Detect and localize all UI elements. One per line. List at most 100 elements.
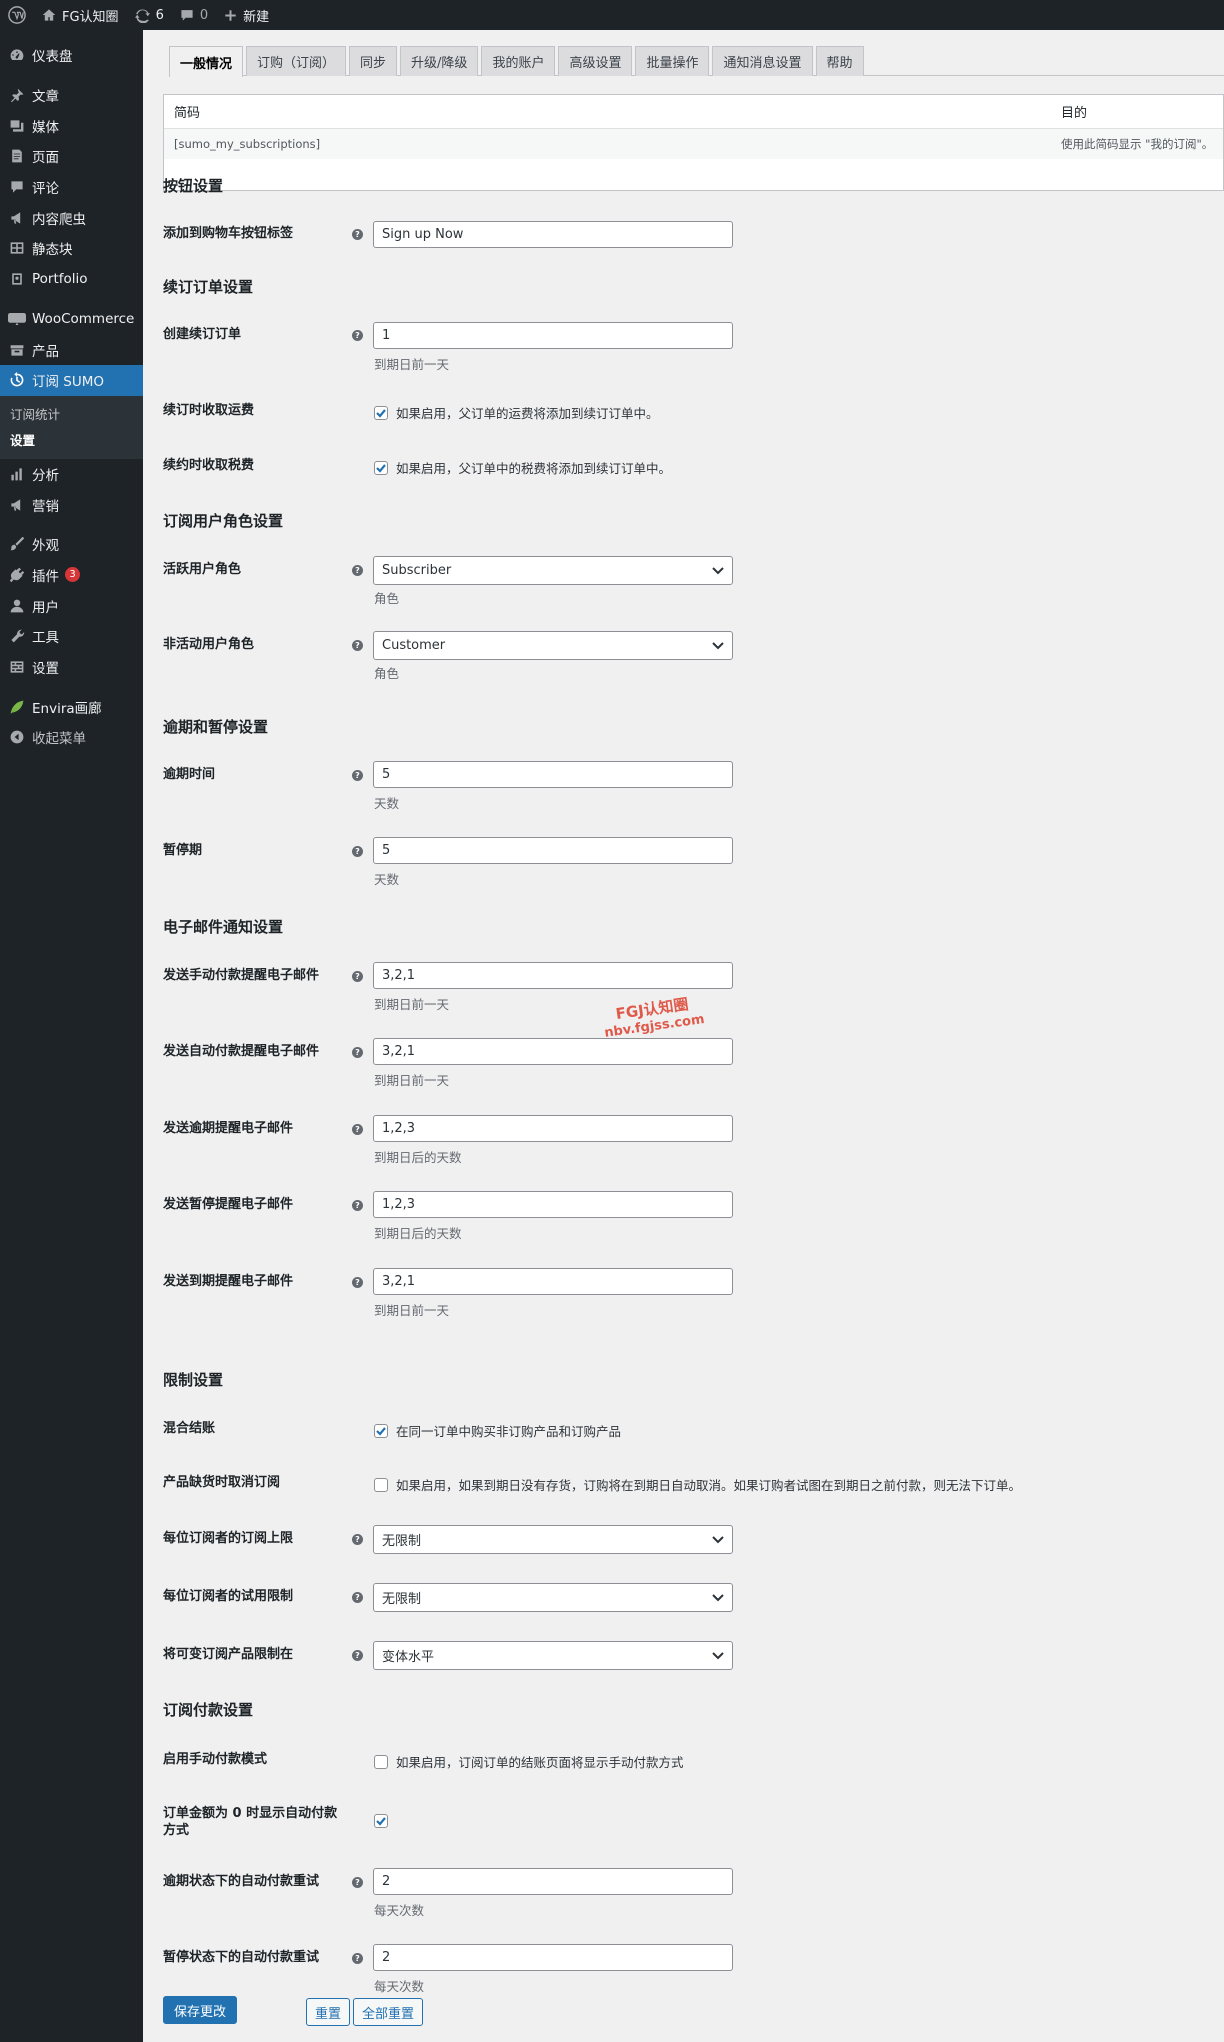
manual-reminder-desc: 到期日前一天 <box>374 997 450 1012</box>
menu-static-blocks[interactable]: 静态块 <box>0 233 143 264</box>
menu-subscriptions-sumo[interactable]: 订阅 SUMO <box>0 364 143 396</box>
renewal-tax-checkbox[interactable]: 如果启用，父订单中的税费将添加到续订订单中。 <box>374 458 671 477</box>
tab-notifications[interactable]: 通知消息设置 <box>712 46 813 76</box>
active-role-desc: 角色 <box>374 591 400 606</box>
suspend-period-input[interactable]: 5 <box>373 837 733 864</box>
submenu-subscription-stats[interactable]: 订阅统计 <box>0 401 143 427</box>
help-icon[interactable]: ? <box>352 846 363 857</box>
overdue-reminder-input[interactable]: 1,2,3 <box>373 1115 733 1142</box>
label-cart-button: 添加到购物车按钮标签 <box>163 226 294 241</box>
menu-envira-gallery[interactable]: Envira画廊 <box>0 691 143 722</box>
help-icon[interactable]: ? <box>352 971 363 982</box>
variable-limit-select[interactable]: 变体水平 <box>373 1641 733 1670</box>
menu-products[interactable]: 产品 <box>0 334 143 365</box>
tab-upgrade-downgrade[interactable]: 升级/降级 <box>400 46 479 76</box>
help-icon[interactable]: ? <box>352 1277 363 1288</box>
main-content: 一般情况 订购（订阅） 同步 升级/降级 我的账户 高级设置 批量操作 通知消息… <box>143 30 1224 2042</box>
help-icon[interactable]: ? <box>352 1592 363 1603</box>
tab-help[interactable]: 帮助 <box>815 46 864 76</box>
menu-posts[interactable]: 文章 <box>0 80 143 111</box>
manual-reminder-input[interactable]: 3,2,1 <box>373 962 733 989</box>
overdue-retry-input[interactable]: 2 <box>373 1868 733 1895</box>
help-icon[interactable]: ? <box>352 229 363 240</box>
help-icon[interactable]: ? <box>352 1953 363 1964</box>
label-zero-auto: 订单金额为 0 时显示自动付款方式 <box>163 1806 338 1838</box>
help-icon[interactable]: ? <box>352 1650 363 1661</box>
menu-dashboard[interactable]: 仪表盘 <box>0 40 143 71</box>
suspend-retry-input[interactable]: 2 <box>373 1944 733 1971</box>
menu-portfolio[interactable]: Portfolio <box>0 264 143 295</box>
help-icon[interactable]: ? <box>352 1534 363 1545</box>
menu-content-crawler[interactable]: 内容爬虫 <box>0 202 143 233</box>
save-changes-button[interactable]: 保存更改 <box>163 1996 238 2024</box>
checkbox-unchecked[interactable] <box>374 1477 388 1492</box>
portfolio-icon <box>8 270 26 288</box>
help-icon[interactable]: ? <box>352 770 363 781</box>
comments-link[interactable]: 0 <box>172 0 216 30</box>
menu-plugins[interactable]: 插件 3 <box>0 560 143 591</box>
trial-limit-select[interactable]: 无限制 <box>373 1583 733 1612</box>
checkbox-checked[interactable] <box>374 405 388 420</box>
help-icon[interactable]: ? <box>352 330 363 341</box>
menu-woocommerce[interactable]: WooCommerce <box>0 304 143 335</box>
help-icon[interactable]: ? <box>352 1047 363 1058</box>
cart-button-label-input[interactable]: Sign up Now <box>373 221 733 248</box>
overdue-time-input[interactable]: 5 <box>373 761 733 788</box>
inactive-role-select[interactable]: Customer <box>373 631 733 660</box>
active-role-select[interactable]: Subscriber <box>373 556 733 585</box>
menu-pages[interactable]: 页面 <box>0 141 143 172</box>
menu-appearance[interactable]: 外观 <box>0 529 143 560</box>
tab-general[interactable]: 一般情况 <box>169 46 244 77</box>
menu-analytics[interactable]: 分析 <box>0 459 143 490</box>
section-button-settings: 按钮设置 <box>163 177 224 195</box>
checkbox-checked[interactable] <box>374 460 388 475</box>
out-of-stock-cancel-checkbox[interactable]: 如果启用，如果到期日没有存货，订购将在到期日自动取消。如果订购者试图在到期日之前… <box>374 1475 1021 1494</box>
mixed-checkout-checkbox[interactable]: 在同一订单中购买非订购产品和订购产品 <box>374 1421 621 1440</box>
create-renewal-input[interactable]: 1 <box>373 322 733 349</box>
menu-users[interactable]: 用户 <box>0 590 143 621</box>
help-icon[interactable]: ? <box>352 565 363 576</box>
menu-marketing[interactable]: 营销 <box>0 489 143 520</box>
reset-button[interactable]: 重置 <box>306 1998 351 2026</box>
site-name: FG认知圈 <box>62 9 119 25</box>
sub-limit-select[interactable]: 无限制 <box>373 1525 733 1554</box>
label-auto-reminder: 发送自动付款提醒电子邮件 <box>163 1044 320 1059</box>
checkbox-checked[interactable] <box>374 1423 388 1438</box>
checkbox-unchecked[interactable] <box>374 1754 388 1769</box>
new-label: 新建 <box>243 9 270 25</box>
shortcode-value: [sumo_my_subscriptions] <box>174 137 321 151</box>
help-icon[interactable]: ? <box>352 1124 363 1135</box>
new-content-link[interactable]: 新建 <box>216 0 277 30</box>
renewal-shipping-checkbox[interactable]: 如果启用，父订单的运费将添加到续订订单中。 <box>374 403 659 422</box>
chevron-down-icon <box>712 1535 724 1543</box>
checkbox-checked[interactable] <box>374 1814 388 1828</box>
submenu-settings[interactable]: 设置 <box>0 427 143 453</box>
suspend-reminder-input[interactable]: 1,2,3 <box>373 1191 733 1218</box>
help-icon[interactable]: ? <box>352 640 363 651</box>
help-icon[interactable]: ? <box>352 1200 363 1211</box>
tab-bulk-action[interactable]: 批量操作 <box>635 46 710 76</box>
updates-link[interactable]: 6 <box>127 0 172 30</box>
tab-my-account[interactable]: 我的账户 <box>481 46 556 76</box>
menu-media[interactable]: 媒体 <box>0 110 143 141</box>
expiry-reminder-input[interactable]: 3,2,1 <box>373 1268 733 1295</box>
admin-bar: FG认知圈 6 0 新建 <box>0 0 1224 30</box>
site-name-link[interactable]: FG认知圈 <box>34 0 127 30</box>
wp-logo-button[interactable] <box>0 0 34 30</box>
updates-icon <box>134 9 150 23</box>
menu-comments[interactable]: 评论 <box>0 172 143 203</box>
label-overdue-retry: 逾期状态下的自动付款重试 <box>163 1874 320 1889</box>
tab-advanced[interactable]: 高级设置 <box>558 46 633 76</box>
menu-settings[interactable]: 设置 <box>0 652 143 683</box>
create-renewal-desc: 到期日前一天 <box>374 357 450 372</box>
tab-sync[interactable]: 同步 <box>349 46 398 76</box>
col-purpose: 目的 <box>1061 106 1088 121</box>
auto-reminder-input[interactable]: 3,2,1 <box>373 1038 733 1065</box>
reset-all-button[interactable]: 全部重置 <box>353 1998 424 2026</box>
tab-subscription[interactable]: 订购（订阅） <box>246 46 347 76</box>
manual-mode-checkbox[interactable]: 如果启用，订阅订单的结账页面将显示手动付款方式 <box>374 1752 684 1771</box>
collapse-menu-button[interactable]: 收起菜单 <box>0 722 143 753</box>
help-icon[interactable]: ? <box>352 1877 363 1888</box>
zero-auto-checkbox[interactable] <box>374 1814 396 1828</box>
menu-tools[interactable]: 工具 <box>0 621 143 652</box>
